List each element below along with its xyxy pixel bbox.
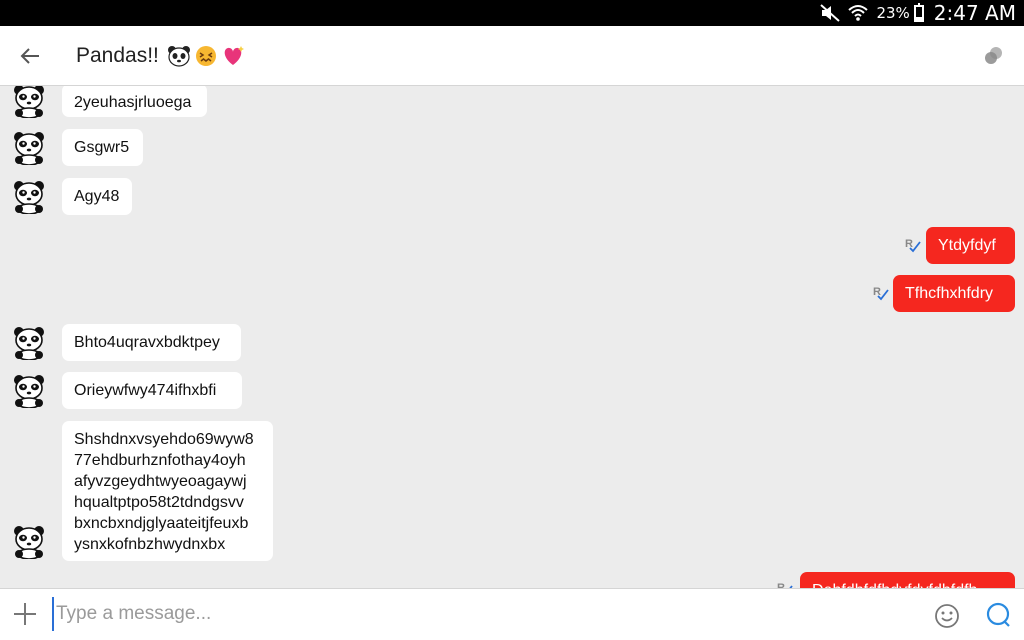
panda-avatar-icon <box>14 375 44 409</box>
overflow-menu-icon <box>985 47 1002 64</box>
read-receipt-icon: R <box>776 580 794 588</box>
incoming-message[interactable]: 2yeuhasjrluoega <box>62 86 207 117</box>
back-arrow-icon <box>20 47 39 64</box>
avatar[interactable] <box>13 374 45 409</box>
incoming-message[interactable]: Agy48 <box>62 178 132 215</box>
panda-face-emoji <box>167 45 191 67</box>
read-receipt-icon: R <box>872 284 890 302</box>
outgoing-message[interactable]: Ytdyfdyf <box>926 227 1015 264</box>
emoji-icon <box>935 604 959 628</box>
incoming-message[interactable]: Orieywfwy474ifhxbfi <box>62 372 242 409</box>
panda-avatar-icon <box>14 181 44 215</box>
outgoing-message[interactable]: Tfhcfhxhfdry <box>893 275 1015 312</box>
emoji-button[interactable] <box>934 603 960 629</box>
message-composer <box>0 588 1024 640</box>
battery-percent: 23% <box>876 4 910 22</box>
svg-text:R: R <box>873 286 881 298</box>
panda-avatar-icon <box>14 327 44 361</box>
message-input[interactable] <box>52 597 912 631</box>
wifi-icon <box>848 4 869 22</box>
avatar[interactable] <box>13 180 45 215</box>
status-bar: 23% 2:47 AM <box>0 0 1024 26</box>
avatar[interactable] <box>13 131 45 166</box>
avatar[interactable] <box>13 326 45 361</box>
send-button[interactable] <box>984 601 1012 629</box>
incoming-message[interactable]: Gsgwr5 <box>62 129 143 166</box>
incoming-message[interactable]: Shshdnxvsyehdo69wyw8 77ehdburhznfothay4o… <box>62 421 273 561</box>
send-icon <box>986 602 1010 627</box>
panda-avatar-icon <box>14 86 44 119</box>
back-button[interactable] <box>0 26 60 86</box>
svg-text:R: R <box>905 238 913 250</box>
plus-icon <box>14 603 36 625</box>
incoming-message[interactable]: Bhto4uqravxbdktpey <box>62 324 241 361</box>
avatar[interactable] <box>13 86 45 119</box>
panda-avatar-icon <box>14 526 44 560</box>
conversation-title: Pandas!! <box>76 44 245 68</box>
read-receipt-icon: R <box>904 236 922 254</box>
battery-icon <box>913 2 924 22</box>
avatar[interactable] <box>13 525 45 560</box>
sparkling-heart-emoji <box>221 45 245 67</box>
overflow-menu-button[interactable] <box>982 44 1006 68</box>
panda-avatar-icon <box>14 132 44 166</box>
message-list[interactable]: 2yeuhasjrluoega Gsgwr5 Agy48 R Ytdyfdyf … <box>0 86 1024 588</box>
attach-button[interactable] <box>12 601 38 627</box>
clock: 2:47 AM <box>933 1 1016 25</box>
chat-header: Pandas!! <box>0 26 1024 86</box>
confounded-face-emoji <box>195 45 217 67</box>
outgoing-message[interactable]: Dehfdhfdfhdyfdyfdhfdfh <box>800 572 1015 588</box>
conversation-title-text: Pandas!! <box>76 43 159 67</box>
mute-icon <box>820 4 841 22</box>
